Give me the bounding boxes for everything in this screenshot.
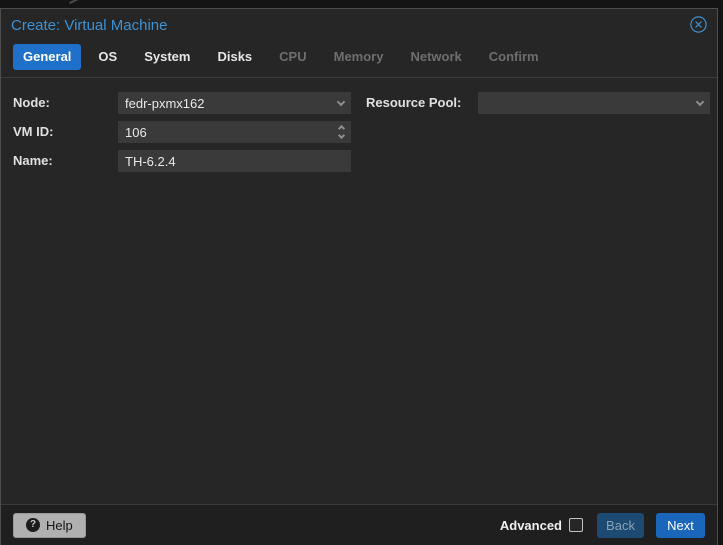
footer-actions: Advanced Back Next [499,512,705,538]
tab-disks[interactable]: Disks [207,44,262,70]
vmid-input[interactable] [118,121,351,143]
node-dropdown-trigger[interactable] [331,92,351,114]
node-combobox[interactable] [118,92,351,114]
name-field[interactable] [118,150,351,172]
name-label: Name: [13,153,53,168]
dialog-header: Create: Virtual Machine [1,9,717,37]
help-button-label: Help [46,517,73,533]
tab-network: Network [410,49,462,64]
chevron-down-icon [695,97,705,106]
dialog-footer: ? Help Advanced Back Next [1,504,717,545]
help-button[interactable]: ? Help [13,512,86,538]
node-label: Node: [13,95,50,110]
tab-cpu: CPU [279,49,307,64]
vmid-spinner-trigger[interactable] [331,121,351,143]
vmid-label: VM ID: [13,124,54,139]
chevron-down-icon [336,97,346,106]
tab-memory: Memory [333,49,384,64]
tab-general[interactable]: General [13,44,82,70]
question-circle-icon: ? [26,518,40,532]
resource-pool-dropdown-trigger[interactable] [690,92,710,114]
tab-confirm: Confirm [488,49,539,64]
wizard-tabbar: General OS System Disks CPU Memory Netwo… [1,37,717,78]
tab-system[interactable]: System [134,44,200,70]
name-input[interactable] [118,150,351,172]
tab-os[interactable]: OS [88,44,127,70]
chevron-down-icon [337,131,345,140]
advanced-label: Advanced [499,517,562,533]
general-tab-panel: Node: VM ID: Name: Resource Pool: [1,78,717,502]
background-artifact [69,0,79,5]
resource-pool-input[interactable] [478,92,710,114]
close-icon[interactable] [690,16,707,33]
back-button[interactable]: Back [597,512,644,538]
resource-pool-combobox[interactable] [478,92,710,114]
vmid-spinner[interactable] [118,121,351,143]
create-vm-dialog: Create: Virtual Machine General OS Syste… [0,8,718,545]
next-button[interactable]: Next [656,512,705,538]
dialog-title: Create: Virtual Machine [11,17,168,34]
advanced-checkbox[interactable] [569,518,583,532]
resource-pool-label: Resource Pool: [366,95,462,110]
node-input[interactable] [118,92,351,114]
